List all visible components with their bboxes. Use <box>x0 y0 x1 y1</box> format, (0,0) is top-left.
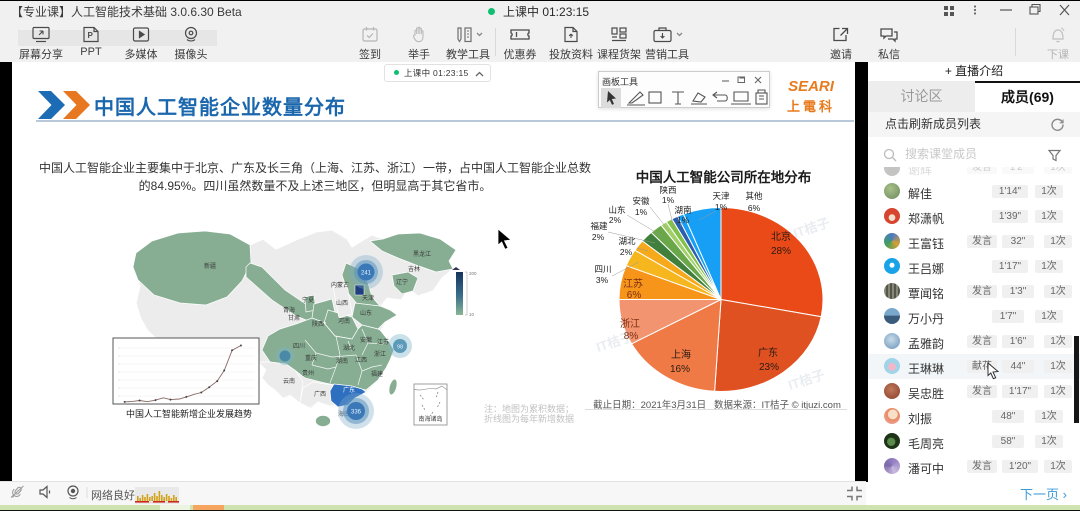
svg-text:青海: 青海 <box>283 306 295 314</box>
svg-text:新疆: 新疆 <box>204 262 216 270</box>
svg-text:其他: 其他 <box>745 191 763 201</box>
svg-text:山东: 山东 <box>360 309 372 317</box>
svg-text:6%: 6% <box>748 203 761 213</box>
svg-text:P: P <box>88 31 94 40</box>
svg-text:336: 336 <box>351 410 362 416</box>
svg-text:安徽: 安徽 <box>360 336 372 344</box>
svg-text:241: 241 <box>361 271 372 277</box>
svg-text:2%: 2% <box>592 232 605 242</box>
svg-text:广东: 广东 <box>758 346 778 359</box>
svg-text:98: 98 <box>397 345 403 351</box>
svg-text:陕西: 陕西 <box>659 186 676 195</box>
svg-text:北京: 北京 <box>771 230 791 243</box>
svg-text:浙江: 浙江 <box>620 318 640 330</box>
svg-text:3%: 3% <box>596 275 609 285</box>
svg-text:江苏: 江苏 <box>623 277 643 290</box>
svg-text:1%: 1% <box>662 195 675 205</box>
svg-text:2%: 2% <box>609 215 622 225</box>
svg-text:200: 200 <box>469 271 477 276</box>
svg-text:福建: 福建 <box>590 221 608 231</box>
svg-text:贵州: 贵州 <box>302 369 314 377</box>
svg-text:IT桔子: IT桔子 <box>786 367 826 393</box>
svg-text:云南: 云南 <box>283 377 295 385</box>
svg-text:江苏: 江苏 <box>377 338 389 346</box>
svg-text:四川: 四川 <box>594 264 611 274</box>
svg-text:2%: 2% <box>620 247 633 257</box>
svg-text:陕西: 陕西 <box>312 320 324 328</box>
svg-text:宁夏: 宁夏 <box>302 296 314 304</box>
svg-text:安徽: 安徽 <box>632 196 650 206</box>
svg-text:甘肃: 甘肃 <box>288 314 300 322</box>
svg-text:天津: 天津 <box>712 191 730 201</box>
svg-text:重庆: 重庆 <box>305 354 317 362</box>
svg-text:内蒙古: 内蒙古 <box>331 281 349 289</box>
svg-text:23%: 23% <box>759 362 779 373</box>
svg-text:广东: 广东 <box>343 386 355 394</box>
svg-text:湖北: 湖北 <box>343 344 355 352</box>
svg-text:1%: 1% <box>635 207 648 217</box>
svg-text:中国人工智能新增企业发展趋势: 中国人工智能新增企业发展趋势 <box>126 408 252 419</box>
svg-text:浙江: 浙江 <box>374 350 386 358</box>
svg-text:广西: 广西 <box>314 390 326 398</box>
svg-text:湖北: 湖北 <box>618 236 636 246</box>
svg-text:山西: 山西 <box>336 299 348 307</box>
svg-text:河南: 河南 <box>338 317 350 325</box>
svg-text:山东: 山东 <box>608 205 625 215</box>
svg-text:南海诸岛: 南海诸岛 <box>418 415 442 423</box>
svg-text:IT桔子: IT桔子 <box>594 329 634 355</box>
svg-text:IT桔子: IT桔子 <box>791 215 831 241</box>
svg-text:天津: 天津 <box>362 295 374 302</box>
svg-text:辽宁: 辽宁 <box>396 278 408 286</box>
svg-text:上海: 上海 <box>671 348 691 361</box>
svg-text:1%: 1% <box>677 215 690 225</box>
svg-text:四川: 四川 <box>293 343 305 350</box>
svg-text:湖南: 湖南 <box>674 205 691 215</box>
svg-text:福建: 福建 <box>371 370 383 378</box>
svg-text:黑龙江: 黑龙江 <box>413 250 431 258</box>
svg-text:吉林: 吉林 <box>408 265 420 273</box>
svg-text:1%: 1% <box>715 202 728 212</box>
svg-text:6%: 6% <box>627 290 642 301</box>
svg-text:江西: 江西 <box>355 357 367 364</box>
svg-text:10: 10 <box>469 312 475 317</box>
svg-text:16%: 16% <box>670 364 690 375</box>
svg-text:28%: 28% <box>771 246 791 257</box>
svg-text:湖南: 湖南 <box>336 357 348 365</box>
